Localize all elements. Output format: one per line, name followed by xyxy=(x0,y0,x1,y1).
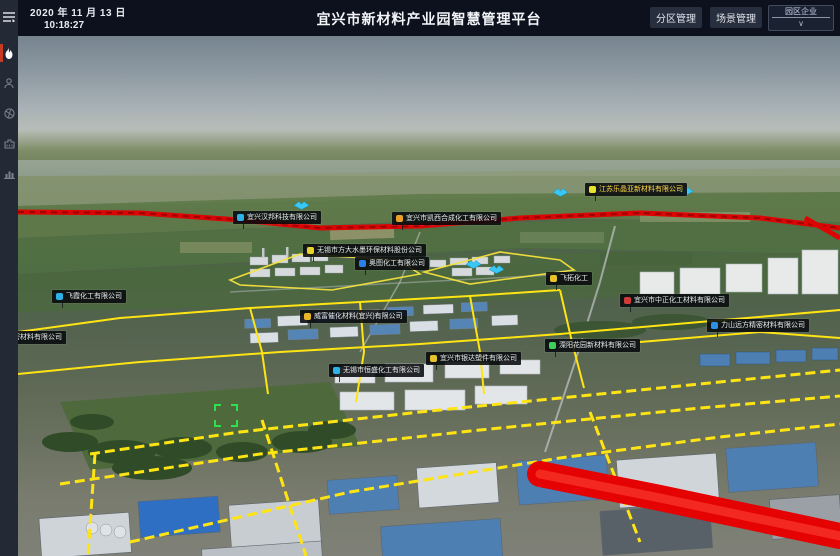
enterprise-name: 宜兴市凯西合成化工有限公司 xyxy=(406,214,497,223)
header-bar: 2020 年 11 月 13 日 10:18:27 宜兴市新材料产业园智慧管理平… xyxy=(18,0,840,36)
enterprise-name: 威富催化材料(宜兴)有限公司 xyxy=(314,312,403,321)
map-label[interactable]: 无锡市恒盛化工有限公司 xyxy=(329,364,424,377)
enterprise-icon xyxy=(237,214,244,221)
map-label[interactable]: 宜兴精密材料有限公司 xyxy=(18,331,66,344)
scene-manage-button[interactable]: 场景管理 xyxy=(710,7,762,28)
map-label[interactable]: 宜兴市凯西合成化工有限公司 xyxy=(392,212,501,225)
bar-chart-icon[interactable] xyxy=(0,162,18,184)
map-label[interactable]: 宜兴市银达塑件有限公司 xyxy=(426,352,521,365)
enterprise-icon xyxy=(550,275,557,282)
map-label[interactable]: 宜兴汉邦科技有限公司 xyxy=(233,211,321,224)
enterprise-icon xyxy=(589,186,596,193)
enterprise-icon xyxy=(333,367,340,374)
enterprise-icon xyxy=(359,260,366,267)
flame-icon[interactable] xyxy=(0,42,18,64)
enterprise-name: 力山远方精密材料有限公司 xyxy=(721,321,805,330)
map-label[interactable]: 飞霞化工有限公司 xyxy=(52,290,126,303)
enterprise-icon xyxy=(56,293,63,300)
enterprise-icon xyxy=(624,297,631,304)
globe-icon[interactable] xyxy=(0,102,18,124)
map-label[interactable]: 飞拓化工 xyxy=(546,272,592,285)
enterprise-name: 奥图化工有限公司 xyxy=(369,259,425,268)
factory-icon[interactable] xyxy=(0,132,18,154)
bird-marker-icon[interactable] xyxy=(466,256,481,274)
enterprise-icon xyxy=(307,247,314,254)
selection-brackets xyxy=(213,403,239,428)
app-window: 2020 年 11 月 13 日 10:18:27 宜兴市新材料产业园智慧管理平… xyxy=(0,0,840,556)
map-label[interactable]: 威富催化材料(宜兴)有限公司 xyxy=(300,310,407,323)
enterprise-name: 无锡市方大水墨环保材料股份公司 xyxy=(317,246,422,255)
enterprise-name: 飞拓化工 xyxy=(560,274,588,283)
enterprise-name: 宜兴精密材料有限公司 xyxy=(18,333,62,342)
map-3d-viewport[interactable]: 宜兴汉邦科技有限公司 宜兴市凯西合成化工有限公司无锡市方大水墨环保材料股份公司奥图… xyxy=(18,36,840,556)
dropdown-label: 园区企业 xyxy=(785,6,817,17)
enterprise-name: 宜兴汉邦科技有限公司 xyxy=(247,213,317,222)
map-label[interactable]: 无锡市方大水墨环保材料股份公司 xyxy=(303,244,426,257)
enterprise-name: 飞霞化工有限公司 xyxy=(66,292,122,301)
map-label[interactable]: 奥图化工有限公司 xyxy=(355,257,429,270)
enterprise-name: 江苏乐晶亚新材料有限公司 xyxy=(599,185,683,194)
bird-marker-icon[interactable] xyxy=(489,261,504,279)
enterprise-name: 溧阳花园新材料有限公司 xyxy=(559,341,636,350)
map-label[interactable]: 宜兴市中正化工材料有限公司 xyxy=(620,294,729,307)
enterprise-icon xyxy=(430,355,437,362)
enterprise-icon xyxy=(396,215,403,222)
enterprise-name: 宜兴市中正化工材料有限公司 xyxy=(634,296,725,305)
park-enterprise-dropdown[interactable]: 园区企业 ∨ xyxy=(768,5,834,31)
enterprise-name: 宜兴市银达塑件有限公司 xyxy=(440,354,517,363)
map-label[interactable]: 力山远方精密材料有限公司 xyxy=(707,319,809,332)
chevron-down-icon: ∨ xyxy=(798,18,804,29)
menu-icon[interactable] xyxy=(0,6,18,28)
enterprise-name: 无锡市恒盛化工有限公司 xyxy=(343,366,420,375)
sidebar xyxy=(0,0,18,556)
enterprise-icon xyxy=(711,322,718,329)
user-icon[interactable] xyxy=(0,72,18,94)
enterprise-icon xyxy=(304,313,311,320)
map-label[interactable]: 溧阳花园新材料有限公司 xyxy=(545,339,640,352)
zone-manage-button[interactable]: 分区管理 xyxy=(650,7,702,28)
map-label[interactable]: 江苏乐晶亚新材料有限公司 xyxy=(585,183,687,196)
bird-marker-icon[interactable] xyxy=(553,184,568,202)
enterprise-icon xyxy=(549,342,556,349)
